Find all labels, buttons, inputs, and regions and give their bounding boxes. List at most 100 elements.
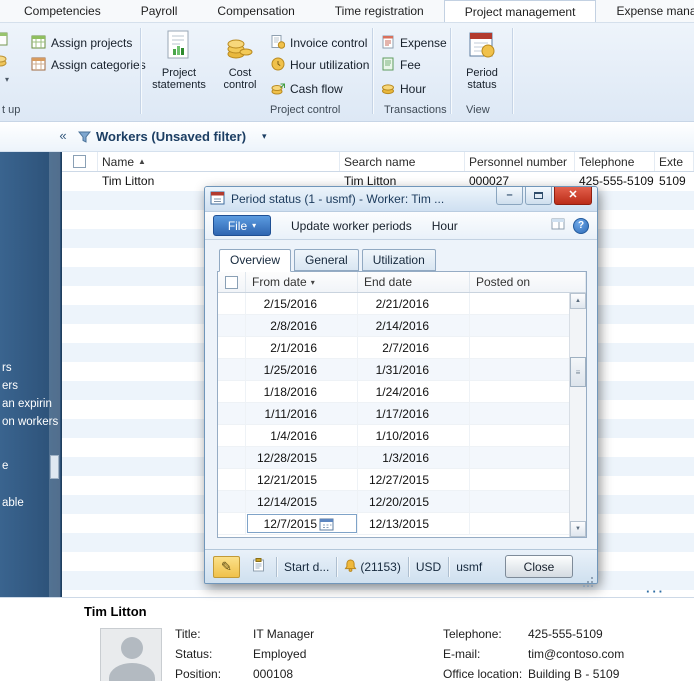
scroll-down-button[interactable]: ▼ [570, 521, 586, 537]
hour-button[interactable]: Hour [378, 79, 429, 99]
cell-end-date[interactable]: 1/24/2016 [358, 381, 470, 402]
start-date-button[interactable]: Start d... [284, 560, 329, 574]
hour-utilization-button[interactable]: Hour utilization [268, 55, 372, 75]
cell-from-date[interactable]: 2/15/2016 [246, 293, 358, 314]
menu-item-hour[interactable]: Hour [432, 219, 458, 233]
cell-extension[interactable]: 5109 [655, 172, 694, 191]
table-row[interactable]: 2/8/20162/14/2016 [218, 315, 569, 337]
cell-from-date[interactable]: 12/14/2015 [246, 491, 358, 512]
cell-end-date[interactable]: 12/20/2015 [358, 491, 470, 512]
assign-projects-button[interactable]: Assign projects [28, 33, 135, 53]
cell-end-date[interactable]: 2/21/2016 [358, 293, 470, 314]
assign-categories-button[interactable]: Assign categories [28, 55, 149, 75]
table-row[interactable]: 1/11/20161/17/2016 [218, 403, 569, 425]
select-all-checkbox-cell[interactable] [218, 272, 246, 292]
fee-button[interactable]: Fee [378, 55, 424, 75]
column-header-name[interactable]: Name ▲ [98, 152, 340, 171]
cell-from-date[interactable]: 1/11/2016 [246, 403, 358, 424]
cell-end-date[interactable]: 1/31/2016 [358, 359, 470, 380]
file-menu-button[interactable]: File ▾ [213, 215, 271, 236]
project-statements-button[interactable]: Project statements [148, 30, 210, 100]
period-status-button[interactable]: Period status [456, 30, 508, 100]
select-all-checkbox-cell[interactable] [62, 152, 98, 171]
tab-payroll[interactable]: Payroll [121, 0, 198, 22]
tab-general[interactable]: General [294, 249, 359, 271]
scroll-up-button[interactable]: ▲ [570, 293, 586, 309]
menu-item-update-worker-periods[interactable]: Update worker periods [291, 219, 412, 233]
tab-expense-management[interactable]: Expense management [596, 0, 694, 22]
cell-end-date[interactable]: 2/7/2016 [358, 337, 470, 358]
invoice-control-button[interactable]: Invoice control [268, 33, 370, 53]
table-row[interactable]: 2/15/20162/21/2016 [218, 293, 569, 315]
nav-scrollbar[interactable] [49, 152, 60, 598]
cell-end-date[interactable]: 12/13/2015 [358, 513, 470, 534]
column-header-from-date[interactable]: From date ▾ [246, 272, 358, 292]
cell-from-date[interactable]: 2/1/2016 [246, 337, 358, 358]
cost-control-button[interactable]: Cost control [212, 30, 268, 100]
cell-from-date[interactable]: 1/25/2016 [246, 359, 358, 380]
nav-scrollbar-thumb[interactable] [50, 455, 59, 479]
tab-competencies[interactable]: Competencies [4, 0, 121, 22]
cell-end-date[interactable]: 12/27/2015 [358, 469, 470, 490]
column-header-search-name[interactable]: Search name [340, 152, 465, 171]
dropdown-icon[interactable]: ▾ [5, 75, 9, 84]
page-title[interactable]: Workers (Unsaved filter) [96, 129, 246, 144]
cell-from-date-editing[interactable]: 12/7/2015 [246, 513, 358, 534]
tab-project-management[interactable]: Project management [444, 0, 597, 22]
minimize-button[interactable]: – [496, 187, 523, 205]
column-header-end-date[interactable]: End date [358, 272, 470, 292]
select-all-checkbox[interactable] [225, 276, 238, 289]
nav-item[interactable]: rs [2, 362, 12, 374]
table-row[interactable]: 1/18/20161/24/2016 [218, 381, 569, 403]
nav-item[interactable]: ers [2, 380, 18, 392]
column-header-extension[interactable]: Exte [655, 152, 694, 171]
cell-from-date[interactable]: 1/18/2016 [246, 381, 358, 402]
tab-utilization[interactable]: Utilization [362, 249, 436, 271]
close-button[interactable]: Close [505, 555, 573, 578]
cell-from-date[interactable]: 1/4/2016 [246, 425, 358, 446]
table-row[interactable]: 1/4/20161/10/2016 [218, 425, 569, 447]
clipped-icon[interactable] [0, 54, 8, 71]
cell-end-date[interactable]: 1/3/2016 [358, 447, 470, 468]
edit-record-button[interactable]: ✎ [213, 556, 240, 578]
column-header-personnel-number[interactable]: Personnel number [465, 152, 575, 171]
collapse-pane-button[interactable]: « [54, 127, 72, 145]
cash-flow-button[interactable]: Cash flow [268, 79, 346, 99]
table-row[interactable]: 12/14/201512/20/2015 [218, 491, 569, 513]
table-row-selected[interactable]: 12/7/2015 12/13/2015 [218, 513, 569, 535]
expense-button[interactable]: Expense [378, 33, 450, 53]
table-row[interactable]: 12/28/20151/3/2016 [218, 447, 569, 469]
title-dropdown-icon[interactable]: ▾ [262, 131, 267, 142]
column-header-posted-on[interactable]: Posted on [470, 272, 586, 292]
cell-from-date[interactable]: 12/21/2015 [246, 469, 358, 490]
cell-end-date[interactable]: 1/10/2016 [358, 425, 470, 446]
clipped-icon[interactable] [0, 32, 8, 49]
paste-button[interactable] [247, 556, 269, 578]
nav-item[interactable]: e [2, 460, 8, 472]
nav-item[interactable]: able [2, 497, 24, 509]
tab-overview[interactable]: Overview [219, 249, 291, 272]
help-button[interactable]: ? [573, 218, 589, 234]
table-row[interactable]: 12/21/201512/27/2015 [218, 469, 569, 491]
scrollbar-thumb[interactable]: ≡ [570, 357, 586, 387]
column-header-telephone[interactable]: Telephone [575, 152, 655, 171]
cell-from-date[interactable]: 2/8/2016 [246, 315, 358, 336]
cell-end-date[interactable]: 2/14/2016 [358, 315, 470, 336]
cell-from-date[interactable]: 12/28/2015 [246, 447, 358, 468]
date-picker-icon[interactable] [318, 516, 335, 532]
maximize-button[interactable] [525, 187, 552, 205]
tab-compensation[interactable]: Compensation [197, 0, 314, 22]
table-row[interactable]: 2/1/20162/7/2016 [218, 337, 569, 359]
close-window-button[interactable]: ✕ [554, 187, 592, 205]
table-row[interactable]: 1/25/20161/31/2016 [218, 359, 569, 381]
grid-scrollbar[interactable]: ▲ ≡ ▼ [569, 293, 586, 537]
layout-icon[interactable] [551, 218, 565, 233]
cell-end-date[interactable]: 1/17/2016 [358, 403, 470, 424]
tab-time-registration[interactable]: Time registration [315, 0, 444, 22]
nav-item[interactable]: an expirin [2, 398, 52, 410]
notifications-button[interactable]: (21153) [344, 559, 400, 575]
dialog-titlebar[interactable]: Period status (1 - usmf) - Worker: Tim .… [205, 187, 597, 212]
select-all-checkbox[interactable] [73, 155, 86, 168]
row-checkbox-cell[interactable] [62, 172, 98, 191]
resize-grip[interactable] [591, 577, 593, 579]
